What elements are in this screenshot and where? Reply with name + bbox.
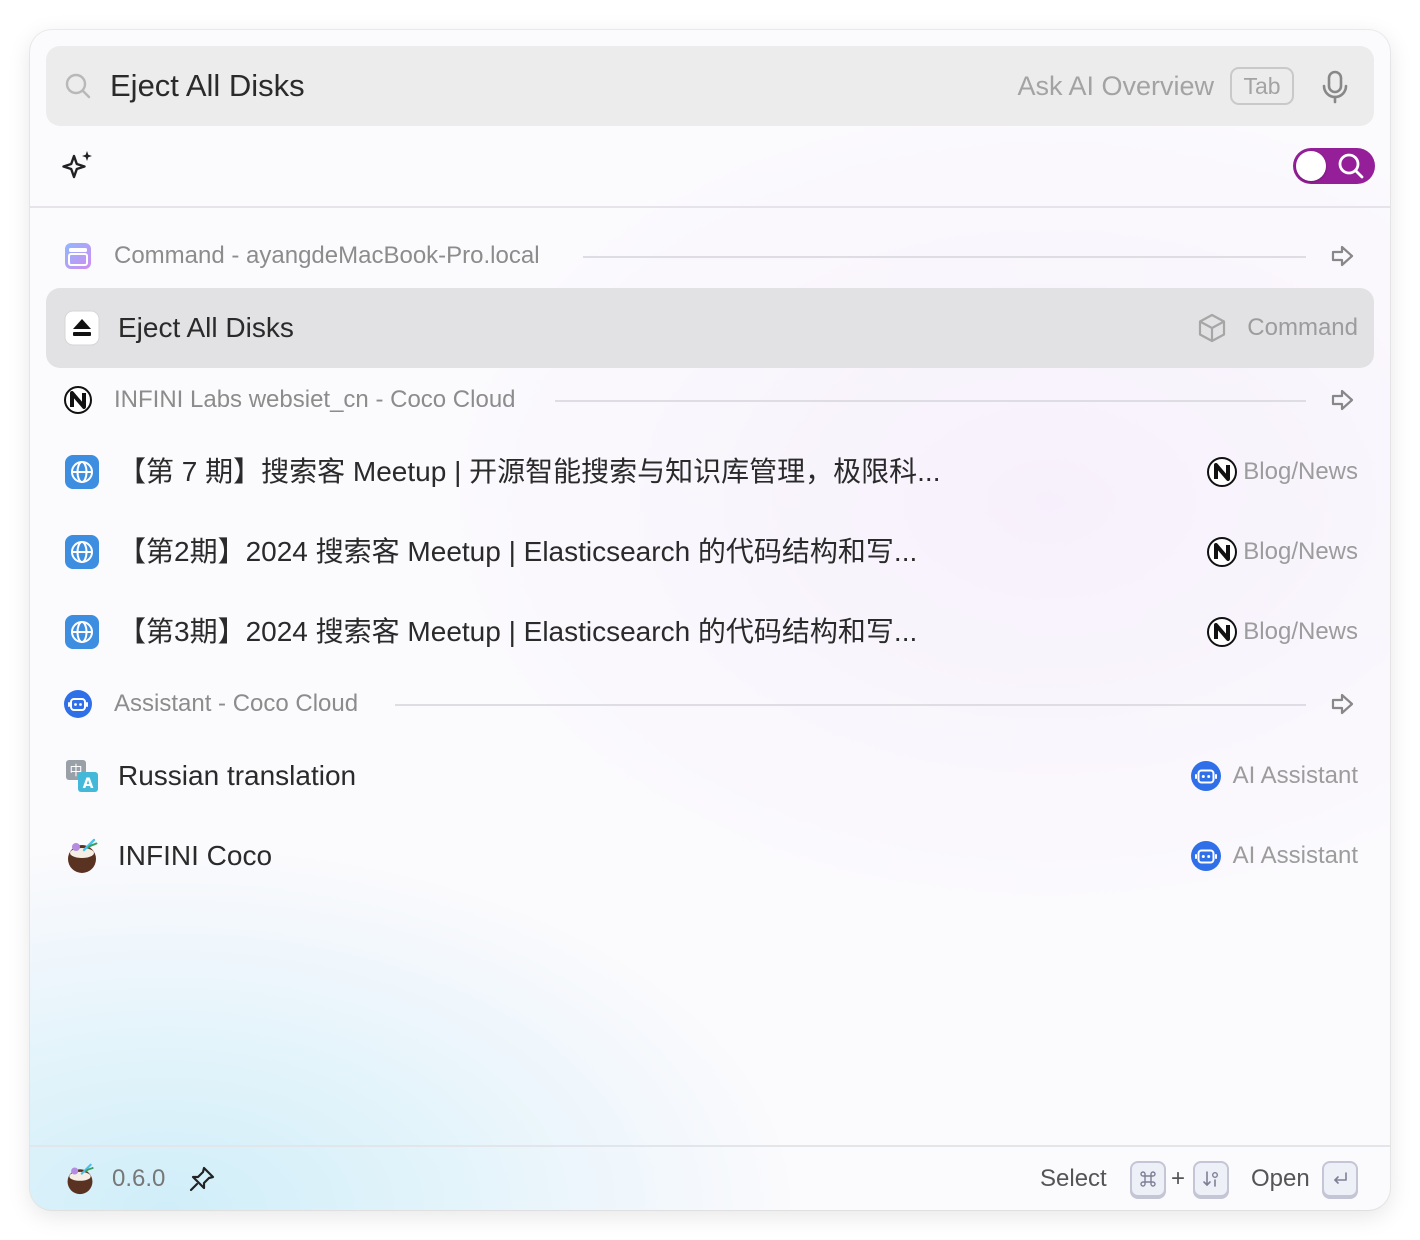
section-divider-line <box>555 400 1306 402</box>
toggle-knob <box>1296 151 1326 181</box>
result-row-meetup-7[interactable]: 【第 7 期】搜索客 Meetup | 开源智能搜索与知识库管理，极限科... … <box>46 432 1374 512</box>
result-title: INFINI Coco <box>118 840 273 871</box>
return-key-icon <box>1334 1172 1347 1184</box>
toggle-search-icon <box>1338 153 1364 179</box>
command-key-badge <box>1130 1161 1166 1197</box>
result-row-eject-all-disks[interactable]: Eject All Disks Command <box>46 288 1374 368</box>
coconut-icon <box>68 838 98 873</box>
result-type-label: Command <box>1247 314 1358 341</box>
arrow-right-icon[interactable] <box>1330 387 1356 413</box>
translate-icon: 中 A <box>66 760 98 792</box>
infini-labs-icon <box>1207 457 1237 487</box>
result-row-russian-translation[interactable]: 中 A Russian translation AI Assistant <box>46 736 1374 816</box>
sort-numeric-icon <box>1203 1171 1218 1187</box>
section-divider-line <box>583 256 1306 258</box>
coco-logo-icon <box>67 1163 94 1195</box>
enter-key-badge <box>1322 1161 1358 1197</box>
microphone-icon[interactable] <box>1320 70 1350 104</box>
result-row-meetup-2[interactable]: 【第2期】2024 搜索客 Meetup | Elasticsearch 的代码… <box>46 512 1374 592</box>
globe-icon <box>65 615 99 649</box>
divider <box>30 206 1390 208</box>
result-row-meetup-3[interactable]: 【第3期】2024 搜索客 Meetup | Elasticsearch 的代码… <box>46 592 1374 672</box>
result-title: 【第 7 期】搜索客 Meetup | 开源智能搜索与知识库管理，极限科... <box>118 456 941 487</box>
infini-labs-icon <box>1207 537 1237 567</box>
result-row-infini-coco[interactable]: INFINI Coco AI Assistant <box>46 816 1374 896</box>
plus-symbol: + <box>1171 1165 1186 1192</box>
section-title: INFINI Labs websiet_cn - Coco Cloud <box>114 386 516 413</box>
result-type-label: AI Assistant <box>1232 842 1358 869</box>
section-header-command: Command - ayangdeMacBook-Pro.local <box>30 231 1390 281</box>
tab-key-badge: Tab <box>1230 67 1294 105</box>
app-window-icon <box>65 243 91 269</box>
result-title: Eject All Disks <box>118 312 294 343</box>
search-input[interactable]: Eject All Disks <box>110 66 305 106</box>
cube-icon <box>1198 313 1226 343</box>
infini-labs-icon <box>64 386 92 414</box>
search-mode-toggle[interactable] <box>1293 148 1375 184</box>
arrow-right-icon[interactable] <box>1330 691 1356 717</box>
result-title: 【第2期】2024 搜索客 Meetup | Elasticsearch 的代码… <box>118 536 918 567</box>
sparkle-icon[interactable] <box>60 148 96 184</box>
section-title: Assistant - Coco Cloud <box>114 690 359 717</box>
result-type-label: Blog/News <box>1243 538 1358 565</box>
svg-text:A: A <box>83 776 94 792</box>
arrow-right-icon[interactable] <box>1330 243 1356 269</box>
result-type-label: Blog/News <box>1243 458 1358 485</box>
section-divider-line <box>395 704 1306 706</box>
command-key-icon <box>1140 1171 1156 1187</box>
coco-launcher-window: Eject All Disks Ask AI Overview Tab Comm… <box>30 30 1390 1210</box>
robot-icon <box>1191 761 1221 791</box>
section-title: Command - ayangdeMacBook-Pro.local <box>114 242 540 269</box>
globe-icon <box>65 455 99 489</box>
pin-icon[interactable] <box>188 1165 216 1193</box>
number-key-badge <box>1193 1161 1229 1197</box>
select-hint-label: Select <box>1040 1165 1107 1192</box>
eject-icon <box>64 310 100 346</box>
robot-icon <box>64 690 92 718</box>
globe-icon <box>65 535 99 569</box>
result-type-label: AI Assistant <box>1232 762 1358 789</box>
search-bar[interactable]: Eject All Disks Ask AI Overview Tab <box>46 46 1374 126</box>
version-label: 0.6.0 <box>112 1165 166 1192</box>
infini-labs-icon <box>1207 617 1237 647</box>
footer-divider <box>30 1145 1390 1147</box>
section-header-assistant: Assistant - Coco Cloud <box>30 679 1390 729</box>
result-type-label: Blog/News <box>1243 618 1358 645</box>
robot-icon <box>1191 841 1221 871</box>
section-header-infini-labs: INFINI Labs websiet_cn - Coco Cloud <box>30 375 1390 425</box>
search-icon <box>65 73 91 99</box>
ask-ai-overview-hint[interactable]: Ask AI Overview <box>1017 68 1214 104</box>
result-title: Russian translation <box>118 760 357 791</box>
open-hint-label: Open <box>1251 1165 1310 1192</box>
result-title: 【第3期】2024 搜索客 Meetup | Elasticsearch 的代码… <box>118 616 918 647</box>
